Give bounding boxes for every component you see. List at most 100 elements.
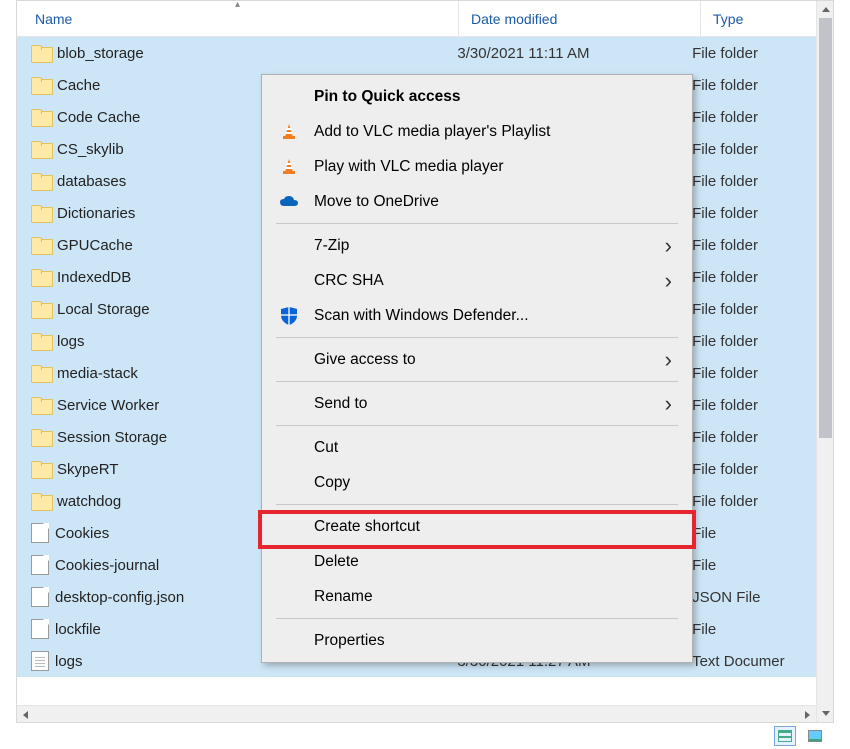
menu-label: 7-Zip: [314, 237, 651, 255]
scroll-left-button[interactable]: [17, 706, 34, 723]
file-name: watchdog: [57, 493, 121, 510]
file-type: File folder: [680, 301, 816, 318]
file-name: CS_skylib: [57, 141, 124, 158]
menu-crc-sha[interactable]: CRC SHA ›: [264, 263, 690, 298]
menu-give-access-to[interactable]: Give access to ›: [264, 342, 690, 377]
column-label: Type: [713, 11, 743, 27]
menu-move-to-onedrive[interactable]: Move to OneDrive: [264, 184, 690, 219]
menu-label: CRC SHA: [314, 272, 651, 290]
vertical-scrollbar[interactable]: [816, 1, 833, 722]
folder-icon: [31, 333, 51, 349]
folder-icon: [31, 269, 51, 285]
onedrive-icon: [278, 191, 300, 213]
folder-icon: [31, 301, 51, 317]
file-type: File: [680, 525, 816, 542]
file-type: File folder: [680, 461, 816, 478]
view-large-icons-button[interactable]: [804, 726, 826, 746]
defender-shield-icon: [278, 305, 300, 327]
menu-cut[interactable]: Cut: [264, 430, 690, 465]
view-details-button[interactable]: [774, 726, 796, 746]
file-name: GPUCache: [57, 237, 133, 254]
file-type: File folder: [680, 141, 816, 158]
menu-label: Copy: [314, 474, 672, 492]
menu-separator: [276, 618, 678, 619]
file-icon: [31, 555, 49, 575]
folder-icon: [31, 141, 51, 157]
file-type: File folder: [680, 173, 816, 190]
menu-7zip[interactable]: 7-Zip ›: [264, 228, 690, 263]
menu-separator: [276, 381, 678, 382]
scroll-down-button[interactable]: [817, 705, 834, 722]
file-type: File folder: [680, 109, 816, 126]
folder-icon: [31, 45, 51, 61]
file-name: Code Cache: [57, 109, 140, 126]
folder-icon: [31, 173, 51, 189]
menu-delete[interactable]: Delete: [264, 544, 690, 579]
blank-icon: [278, 586, 300, 608]
menu-label: Send to: [314, 395, 651, 413]
sort-indicator-icon: ▴: [235, 0, 240, 10]
menu-copy[interactable]: Copy: [264, 465, 690, 500]
file-name: SkypeRT: [57, 461, 118, 478]
table-row[interactable]: blob_storage 3/30/2021 11:11 AMFile folde…: [17, 37, 816, 69]
context-menu: Pin to Quick access Add to VLC media pla…: [261, 74, 693, 663]
menu-rename[interactable]: Rename: [264, 579, 690, 614]
folder-icon: [31, 77, 51, 93]
file-icon: [31, 523, 49, 543]
vlc-icon: [278, 156, 300, 178]
column-header-type[interactable]: Type: [701, 1, 821, 36]
column-label: Date modified: [471, 11, 557, 27]
file-name: Service Worker: [57, 397, 159, 414]
chevron-right-icon: ›: [665, 347, 672, 373]
menu-label: Create shortcut: [314, 518, 672, 536]
file-name: Cookies: [55, 525, 109, 542]
menu-add-to-vlc-playlist[interactable]: Add to VLC media player's Playlist: [264, 114, 690, 149]
blank-icon: [278, 393, 300, 415]
column-header-date[interactable]: Date modified: [459, 1, 701, 36]
column-header-row: Name ▴ Date modified Type: [17, 1, 833, 37]
menu-play-with-vlc[interactable]: Play with VLC media player: [264, 149, 690, 184]
menu-scan-defender[interactable]: Scan with Windows Defender...: [264, 298, 690, 333]
file-type: JSON File: [680, 589, 816, 606]
scroll-up-button[interactable]: [817, 1, 834, 18]
menu-properties[interactable]: Properties: [264, 623, 690, 658]
file-type: File folder: [680, 205, 816, 222]
menu-create-shortcut[interactable]: Create shortcut: [264, 509, 690, 544]
column-label: Name: [35, 11, 72, 27]
file-name: logs: [55, 653, 83, 670]
menu-label: Scan with Windows Defender...: [314, 307, 672, 325]
file-date: 3/30/2021 11:11 AM: [445, 45, 680, 62]
file-type: Text Documer: [680, 653, 816, 670]
folder-icon: [31, 365, 51, 381]
file-icon: [31, 587, 49, 607]
file-type: File folder: [680, 45, 816, 62]
menu-send-to[interactable]: Send to ›: [264, 386, 690, 421]
menu-separator: [276, 425, 678, 426]
file-type: File folder: [680, 269, 816, 286]
file-name: databases: [57, 173, 126, 190]
folder-icon: [31, 237, 51, 253]
blank-icon: [278, 270, 300, 292]
menu-label: Cut: [314, 439, 672, 457]
menu-separator: [276, 223, 678, 224]
scroll-thumb[interactable]: [819, 18, 832, 438]
file-name: IndexedDB: [57, 269, 131, 286]
blank-icon: [278, 437, 300, 459]
large-icons-icon: [808, 730, 822, 742]
file-name: Session Storage: [57, 429, 167, 446]
vlc-icon: [278, 121, 300, 143]
folder-icon: [31, 429, 51, 445]
menu-pin-to-quick-access[interactable]: Pin to Quick access: [264, 79, 690, 114]
column-header-name[interactable]: Name ▴: [17, 1, 459, 36]
menu-label: Add to VLC media player's Playlist: [314, 123, 672, 141]
file-name: Cookies-journal: [55, 557, 159, 574]
file-name: Cache: [57, 77, 100, 94]
file-name: blob_storage: [57, 45, 144, 62]
file-name: Dictionaries: [57, 205, 135, 222]
horizontal-scrollbar[interactable]: [17, 705, 816, 722]
file-type: File folder: [680, 237, 816, 254]
file-name: Local Storage: [57, 301, 150, 318]
menu-label: Rename: [314, 588, 672, 606]
blank-icon: [278, 349, 300, 371]
scroll-right-button[interactable]: [799, 706, 816, 723]
